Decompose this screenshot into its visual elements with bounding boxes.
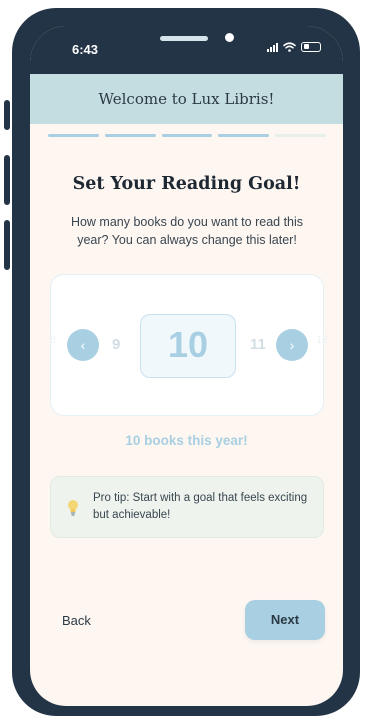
progress-step-4 [218,134,270,137]
notch-speaker [160,36,208,41]
page-subtitle: How many books do you want to read this … [70,215,304,247]
picker-current-value[interactable]: 10 [140,314,236,378]
picker-value-far-next: 12 [316,334,329,346]
app-screen: 6:43 Welcome to Lux Libris! Set Your Rea… [30,26,343,706]
notch-camera [225,33,234,42]
phone-side-button-mute [4,100,10,130]
back-button[interactable]: Back [62,613,91,628]
wifi-icon [283,42,296,52]
progress-step-1 [48,134,99,137]
app-header: Welcome to Lux Libris! [30,74,343,124]
status-bar: 6:43 [30,26,343,74]
picker-value-next: 11 [250,336,266,353]
header-title: Welcome to Lux Libris! [98,90,275,108]
chevron-right-icon: › [289,337,295,353]
picker-value-far-previous: 8 [50,334,57,346]
lightbulb-icon [68,500,78,516]
decrement-button[interactable]: ‹ [67,329,99,361]
onboarding-progress [48,134,326,137]
status-icons [267,42,321,52]
pro-tip-text: Pro tip: Start with a goal that feels ex… [93,492,308,521]
page-title: Set Your Reading Goal! [72,174,301,194]
progress-step-5 [275,134,326,137]
next-button[interactable]: Next [245,600,325,640]
battery-icon [301,42,321,52]
phone-side-button-volume-up [4,155,10,205]
signal-icon [267,42,278,52]
chevron-left-icon: ‹ [80,337,86,353]
goal-picker: 8 ‹ 9 10 11 › 12 [50,274,328,416]
goal-summary: 10 books this year! [125,433,248,448]
progress-step-3 [161,134,213,137]
phone-side-button-volume-down [4,220,10,270]
status-time: 6:43 [72,42,99,57]
progress-step-2 [104,134,156,137]
picker-value-previous: 9 [112,336,121,353]
increment-button[interactable]: › [276,329,308,361]
pro-tip-card: Pro tip: Start with a goal that feels ex… [50,476,324,538]
